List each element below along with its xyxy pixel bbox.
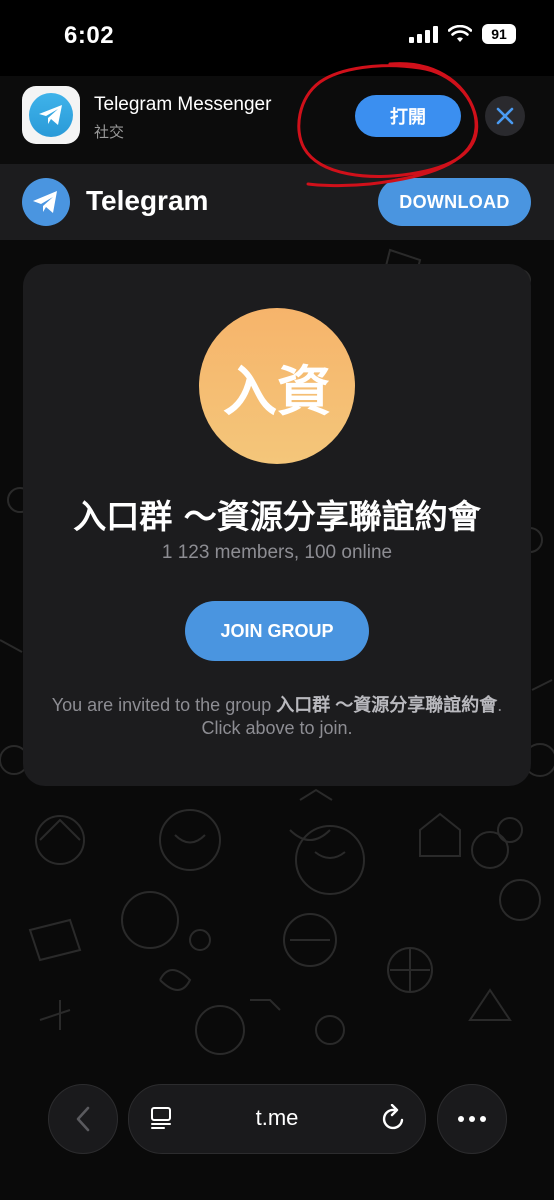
back-chevron-icon (76, 1106, 90, 1132)
battery-level: 91 (491, 26, 507, 42)
invite-prefix: You are invited to the group (51, 695, 277, 715)
invite-group-name: 入口群 ～資源分享聯誼約會 (276, 695, 498, 715)
browser-toolbar: t.me (0, 1070, 554, 1200)
member-count: 1 123 members, 100 online (161, 542, 393, 563)
app-name: Telegram Messenger (94, 94, 272, 115)
app-icon[interactable] (22, 86, 80, 144)
telegram-header: Telegram DOWNLOAD (0, 164, 554, 240)
download-button[interactable]: DOWNLOAD (378, 178, 531, 226)
telegram-logo-icon[interactable] (22, 178, 70, 231)
app-banner: Telegram Messenger 社交 打開 (0, 76, 554, 164)
brand-title[interactable]: Telegram (86, 185, 208, 217)
invite-text: You are invited to the group 入口群 ～資源分享聯誼… (47, 694, 507, 740)
status-time: 6:02 (64, 22, 115, 49)
reload-icon[interactable] (381, 1104, 407, 1132)
address-bar[interactable]: t.me (128, 1084, 426, 1154)
cellular-signal-icon (409, 25, 438, 43)
close-icon (496, 107, 514, 125)
telegram-logo-icon (29, 93, 73, 137)
close-banner-button[interactable] (485, 96, 525, 136)
more-button[interactable] (437, 1084, 507, 1154)
join-group-button[interactable]: JOIN GROUP (185, 601, 369, 661)
wifi-icon (448, 25, 472, 42)
battery-indicator: 91 (482, 24, 516, 44)
more-icon (458, 1116, 486, 1122)
status-bar: 6:02 91 (0, 0, 554, 76)
group-invite-card: 入資 入口群 ～資源分享聯誼約會 1 123 members, 100 onli… (23, 264, 531, 786)
group-avatar: 入資 (199, 308, 355, 464)
open-app-button[interactable]: 打開 (355, 95, 461, 137)
group-avatar-text: 入資 (223, 359, 331, 423)
app-category: 社交 (94, 124, 125, 141)
status-icons: 91 (409, 24, 516, 44)
group-title: 入口群 ～資源分享聯誼約會 (73, 497, 481, 536)
back-button[interactable] (48, 1084, 118, 1154)
